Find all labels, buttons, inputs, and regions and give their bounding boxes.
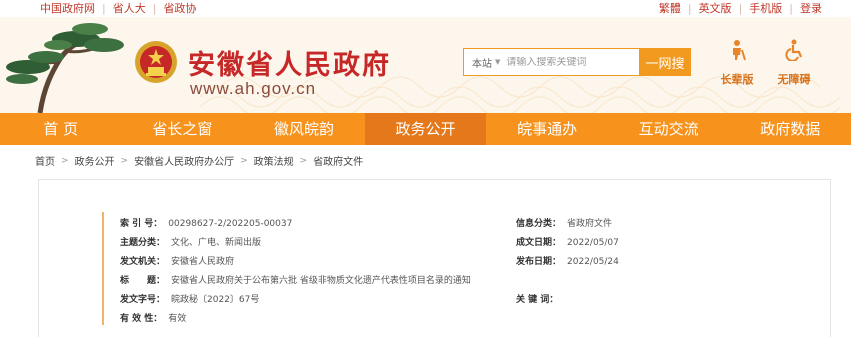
- link-english[interactable]: 英文版: [692, 0, 739, 17]
- search-scope-select[interactable]: 本站 ▼: [464, 55, 506, 70]
- meta-title-value: 安徽省人民政府关于公布第六批 省级非物质文化遗产代表性项目名录的通知: [171, 276, 471, 286]
- link-login[interactable]: 登录: [793, 0, 829, 17]
- meta-issuer-value: 安徽省人民政府: [171, 257, 235, 267]
- meta-topic-label: 主题分类：: [120, 238, 166, 248]
- meta-index-value: 00298627-2/202205-00037: [168, 219, 293, 229]
- meta-validity-label: 有 效 性：: [120, 314, 163, 324]
- top-links-left: 中国政府网 | 省人大 | 省政协: [40, 0, 203, 17]
- search-box: 本站 ▼ 一网搜: [463, 48, 691, 76]
- chevron-right-icon: >: [240, 155, 248, 166]
- search-scope-label: 本站: [472, 58, 492, 70]
- meta-title: 标 题： 安徽省人民政府关于公布第六批 省级非物质文化遗产代表性项目名录的通知: [120, 273, 471, 286]
- search-button[interactable]: 一网搜: [639, 48, 691, 76]
- meta-published-date: 发布日期： 2022/05/24: [516, 254, 619, 267]
- chevron-down-icon: ▼: [495, 58, 501, 66]
- top-bar: 中国政府网 | 省人大 | 省政协 繁體 | 英文版 | 手机版 | 登录: [0, 0, 851, 17]
- meta-created-date: 成文日期： 2022/05/07: [516, 235, 619, 248]
- breadcrumb-gov-affairs[interactable]: 政务公开: [75, 153, 115, 168]
- meta-doc-number-value: 皖政秘〔2022〕67号: [171, 295, 260, 305]
- site-title[interactable]: 安徽省人民政府: [188, 43, 391, 82]
- accessibility-label: 无障碍: [777, 73, 811, 86]
- wheelchair-icon: [785, 39, 803, 62]
- meta-created-date-value: 2022/05/07: [567, 238, 619, 248]
- breadcrumb-general-office[interactable]: 安徽省人民政府办公厅: [134, 153, 234, 168]
- breadcrumb: 首页 > 政务公开 > 安徽省人民政府办公厅 > 政策法规 > 省政府文件: [35, 153, 363, 169]
- link-cppcc[interactable]: 省政协: [156, 0, 203, 17]
- nav-item-home[interactable]: 首 页: [0, 113, 122, 145]
- meta-validity: 有 效 性： 有效: [120, 311, 186, 324]
- site-header: 安徽省人民政府 www.ah.gov.cn 本站 ▼ 一网搜 长辈版 无障碍: [0, 17, 851, 113]
- meta-info-category-value: 省政府文件: [567, 219, 613, 229]
- chevron-right-icon: >: [61, 155, 69, 166]
- nav-item-interaction[interactable]: 互动交流: [608, 113, 730, 145]
- nav-item-gov-data[interactable]: 政府数据: [729, 113, 851, 145]
- link-traditional[interactable]: 繁體: [652, 0, 688, 17]
- meta-topic-value: 文化、广电、新闻出版: [171, 238, 262, 248]
- top-links-right: 繁體 | 英文版 | 手机版 | 登录: [652, 0, 829, 17]
- elder-mode-label: 长辈版: [720, 73, 754, 86]
- meta-doc-number: 发文字号： 皖政秘〔2022〕67号: [120, 292, 259, 305]
- meta-index-label: 索 引 号：: [120, 219, 163, 229]
- nav-item-governor[interactable]: 省长之窗: [122, 113, 244, 145]
- meta-created-date-label: 成文日期：: [516, 238, 562, 248]
- meta-index: 索 引 号： 00298627-2/202205-00037: [120, 216, 292, 229]
- link-gov-cn[interactable]: 中国政府网: [40, 0, 102, 17]
- elder-mode-button[interactable]: 长辈版: [714, 39, 760, 87]
- meta-published-date-value: 2022/05/24: [567, 257, 619, 267]
- meta-validity-value: 有效: [168, 314, 187, 324]
- meta-issuer-label: 发文机关：: [120, 257, 166, 267]
- national-emblem-icon: [135, 41, 177, 83]
- meta-info-category-label: 信息分类：: [516, 219, 562, 229]
- search-input[interactable]: [506, 56, 627, 68]
- pine-tree-logo-icon: [6, 23, 124, 113]
- chevron-right-icon: >: [299, 155, 308, 166]
- link-mobile[interactable]: 手机版: [742, 0, 789, 17]
- meta-info-category: 信息分类： 省政府文件: [516, 216, 612, 229]
- elder-person-icon: [733, 40, 746, 61]
- accessibility-button[interactable]: 无障碍: [771, 39, 817, 87]
- document-metadata: 索 引 号： 00298627-2/202205-00037 信息分类： 省政府文件…: [102, 212, 702, 325]
- meta-doc-number-label: 发文字号：: [120, 295, 166, 305]
- meta-issuer: 发文机关： 安徽省人民政府: [120, 254, 234, 267]
- meta-title-label: 标 题：: [120, 276, 166, 286]
- site-url: www.ah.gov.cn: [190, 79, 317, 98]
- chevron-right-icon: >: [120, 155, 129, 166]
- breadcrumb-home[interactable]: 首页: [35, 153, 55, 168]
- meta-keywords: 关 键 词：: [516, 292, 564, 305]
- main-nav: 首 页 省长之窗 徽风皖韵 政务公开 皖事通办 互动交流 政府数据: [0, 113, 851, 145]
- nav-item-gov-affairs[interactable]: 政务公开: [364, 113, 487, 145]
- link-provincial-congress[interactable]: 省人大: [106, 0, 153, 17]
- meta-topic: 主题分类： 文化、广电、新闻出版: [120, 235, 261, 248]
- meta-keywords-label: 关 键 词：: [516, 295, 559, 305]
- nav-item-services[interactable]: 皖事通办: [486, 113, 608, 145]
- meta-published-date-label: 发布日期：: [516, 257, 562, 267]
- nav-item-culture[interactable]: 徽风皖韵: [243, 113, 365, 145]
- breadcrumb-gov-documents[interactable]: 省政府文件: [313, 153, 363, 168]
- breadcrumb-policies[interactable]: 政策法规: [254, 153, 294, 168]
